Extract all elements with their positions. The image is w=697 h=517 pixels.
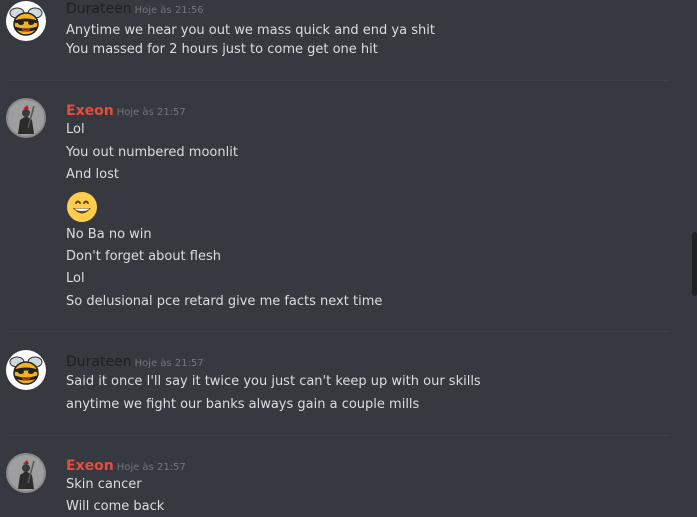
warrior-avatar[interactable]	[6, 98, 46, 138]
message-text: Said it once I'll say it twice you just …	[66, 374, 481, 389]
message-text: Lol	[66, 122, 85, 137]
message-header: Durateen Hoje às 21:57	[66, 351, 204, 370]
bee-icon	[6, 350, 46, 390]
message-text: Skin cancer	[66, 477, 142, 492]
timestamp: Hoje às 21:57	[134, 358, 204, 369]
username[interactable]: Durateen	[66, 354, 132, 370]
timestamp: Hoje às 21:56	[134, 5, 204, 16]
message-text: You out numbered moonlit	[66, 145, 238, 160]
chat-messages: Durateen Hoje às 21:56 Anytime we hear yo…	[0, 0, 697, 517]
message-text: Will come back	[66, 499, 165, 514]
timestamp: Hoje às 21:57	[116, 107, 186, 118]
message-header: Exeon Hoje às 21:57	[66, 455, 186, 474]
message-header: Durateen Hoje às 21:56	[66, 0, 204, 17]
message-divider	[8, 331, 670, 332]
warrior-icon	[6, 98, 46, 138]
message-text: anytime we fight our banks always gain a…	[66, 397, 420, 412]
timestamp: Hoje às 21:57	[116, 462, 186, 473]
warrior-avatar[interactable]	[6, 453, 46, 493]
username[interactable]: Exeon	[66, 458, 114, 474]
message-text: Lol	[66, 271, 85, 286]
bee-avatar[interactable]	[6, 1, 46, 41]
bee-icon	[6, 1, 46, 41]
username[interactable]: Exeon	[66, 103, 114, 119]
scrollbar-thumb[interactable]	[692, 232, 697, 296]
warrior-icon	[6, 453, 46, 493]
message-divider	[8, 80, 670, 81]
message-divider	[8, 435, 670, 436]
message-text: No Ba no win	[66, 227, 152, 242]
message-text: Don't forget about flesh	[66, 249, 221, 264]
message-text: So delusional pce retard give me facts n…	[66, 294, 383, 309]
message-text: And lost	[66, 167, 119, 182]
message-text: Anytime we hear you out we mass quick an…	[66, 23, 435, 38]
message-header: Exeon Hoje às 21:57	[66, 100, 186, 119]
message-text: You massed for 2 hours just to come get …	[66, 42, 378, 57]
grinning-face-emoji	[66, 191, 100, 225]
username[interactable]: Durateen	[66, 1, 132, 17]
bee-avatar[interactable]	[6, 350, 46, 390]
